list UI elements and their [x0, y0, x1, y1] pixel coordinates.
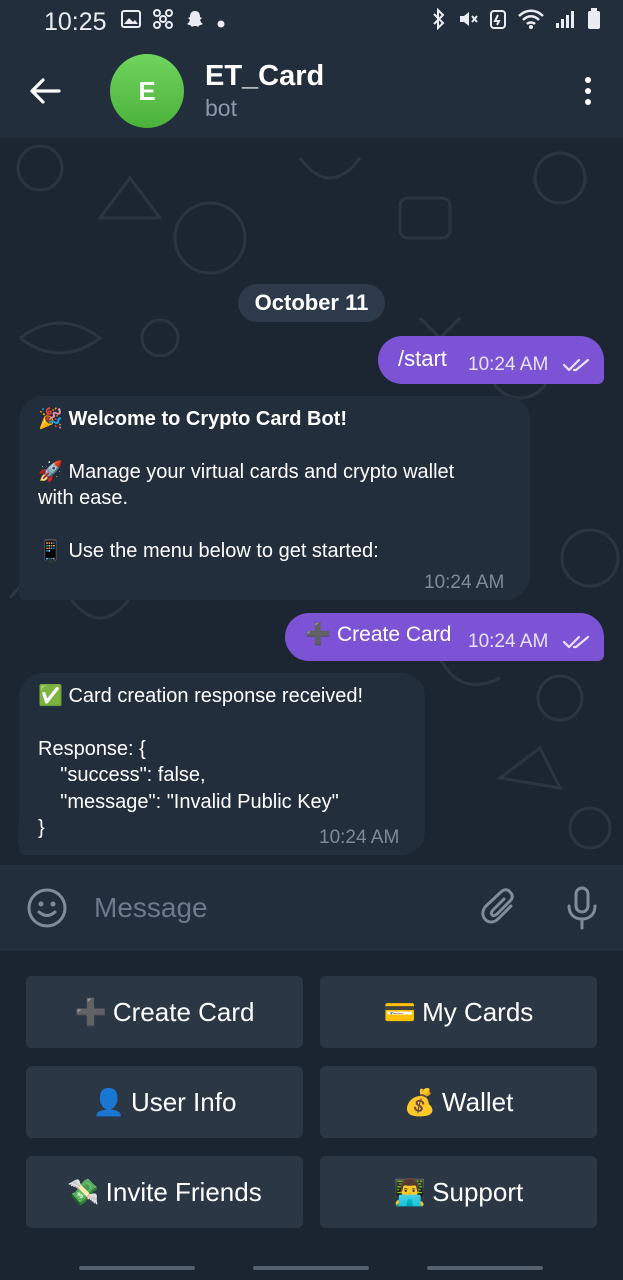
- keyboard-button-invite-friends[interactable]: 💸 Invite Friends: [26, 1156, 303, 1228]
- attach-button[interactable]: [459, 865, 541, 951]
- double-check-icon: [562, 635, 590, 649]
- keyboard-button-support[interactable]: 👨‍💻 Support: [320, 1156, 597, 1228]
- date-separator: October 11: [238, 284, 385, 322]
- status-time: 10:25: [44, 7, 107, 36]
- nav-home-indicator[interactable]: [253, 1266, 369, 1270]
- paperclip-icon: [481, 888, 514, 924]
- message-line: 🎉 Welcome to Crypto Card Bot!: [38, 408, 347, 430]
- nav-back-indicator[interactable]: [427, 1266, 543, 1270]
- message-time: 10:24 AM: [424, 572, 505, 593]
- status-bar: 10:25: [0, 0, 623, 44]
- system-nav-bar: [0, 1254, 623, 1280]
- avatar[interactable]: E: [110, 54, 184, 128]
- outgoing-message[interactable]: /start 10:24 AM: [378, 336, 604, 384]
- avatar-letter: E: [138, 75, 156, 106]
- back-button[interactable]: [0, 44, 90, 138]
- keyboard-button-wallet[interactable]: 💰 Wallet: [320, 1066, 597, 1138]
- chat-title: ET_Card: [205, 60, 325, 92]
- nav-recents-indicator[interactable]: [79, 1266, 195, 1270]
- user-icon: 👤: [92, 1086, 125, 1117]
- microphone-icon: [567, 886, 597, 930]
- chat-area[interactable]: October 11 /start 10:24 AM 🎉 Welcome to …: [0, 138, 623, 865]
- keyboard-button-my-cards[interactable]: 💳 My Cards: [320, 976, 597, 1048]
- message-line: "message": "Invalid Public Key": [38, 790, 339, 813]
- message-line: ✅ Card creation response received!: [38, 685, 364, 707]
- pinwheel-icon: [152, 9, 173, 35]
- keyboard-button-label: Invite Friends: [105, 1176, 262, 1207]
- image-icon: [120, 10, 141, 34]
- message-line: "success": false,: [38, 764, 206, 786]
- emoji-button[interactable]: [0, 865, 94, 951]
- chat-subtitle: bot: [205, 95, 237, 121]
- snapchat-icon: [185, 9, 205, 35]
- battery-icon: [587, 8, 601, 36]
- credit-card-icon: 💳: [383, 996, 417, 1027]
- message-input[interactable]: [94, 865, 459, 951]
- smiley-icon: [27, 888, 67, 928]
- voice-record-button[interactable]: [541, 865, 623, 951]
- incoming-message[interactable]: ✅ Card creation response received! Respo…: [19, 673, 425, 855]
- double-check-icon: [562, 358, 590, 372]
- wifi-icon: [517, 8, 545, 36]
- message-line: with ease.: [38, 487, 129, 509]
- dot-icon: [217, 11, 225, 34]
- more-vert-icon: [585, 77, 591, 105]
- message-line: 🚀 Manage your virtual cards and crypto w…: [38, 460, 455, 483]
- mute-icon: [457, 8, 479, 36]
- keyboard-button-label: User Info: [130, 1086, 237, 1117]
- technologist-icon: 👨‍💻: [393, 1176, 427, 1207]
- signal-icon: [555, 9, 577, 35]
- keyboard-button-label: Wallet: [442, 1086, 514, 1117]
- keyboard-button-create-card[interactable]: ➕ Create Card: [26, 976, 303, 1048]
- money-bag-icon: 💰: [403, 1086, 437, 1117]
- chat-header: E ET_Card bot: [0, 44, 623, 138]
- plus-icon: ➕: [74, 996, 107, 1027]
- outgoing-message[interactable]: ➕ Create Card 10:24 AM: [285, 613, 604, 661]
- keyboard-button-label: Support: [432, 1176, 524, 1207]
- keyboard-button-label: Create Card: [112, 996, 255, 1027]
- message-time: 10:24 AM: [468, 631, 549, 652]
- incoming-message[interactable]: 🎉 Welcome to Crypto Card Bot! 🚀 Manage y…: [19, 396, 530, 600]
- bluetooth-icon: [431, 7, 447, 36]
- message-text: /start: [398, 346, 447, 371]
- keyboard-button-label: My Cards: [422, 996, 534, 1027]
- bot-keyboard: ➕ Create Card 💳 My Cards 👤 User Info 💰 W…: [0, 951, 623, 1280]
- message-time: 10:24 AM: [468, 354, 549, 375]
- arrow-left-icon: [30, 78, 61, 104]
- message-input-bar: [0, 865, 623, 951]
- more-options-button[interactable]: [553, 44, 623, 138]
- keyboard-button-user-info[interactable]: 👤 User Info: [26, 1066, 303, 1138]
- message-time: 10:24 AM: [319, 827, 400, 848]
- message-line: 📱 Use the menu below to get started:: [38, 539, 379, 562]
- message-text: ➕ Create Card: [305, 623, 452, 646]
- chat-title-block[interactable]: ET_Card bot: [205, 59, 324, 123]
- battery-saver-icon: [489, 8, 507, 36]
- message-line: Response: {: [38, 737, 146, 760]
- money-wings-icon: 💸: [67, 1176, 100, 1207]
